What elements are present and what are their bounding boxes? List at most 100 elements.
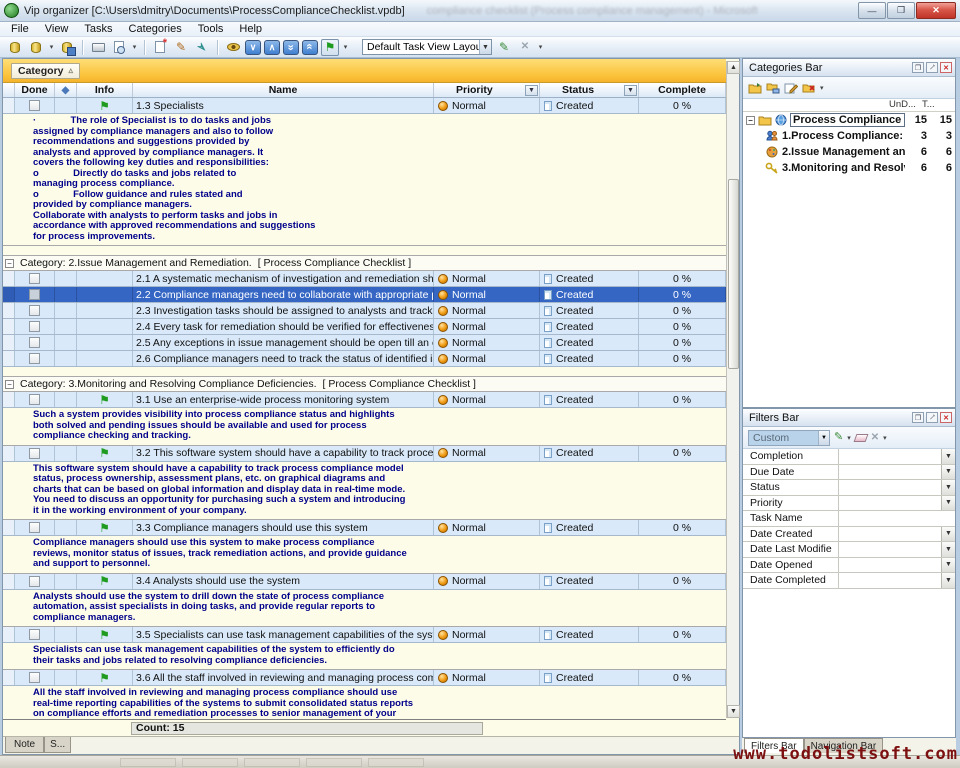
filter-preset-combo[interactable]: Custom ▼ [748, 430, 830, 446]
category-tree-root[interactable]: − Process Compliance Checkli 15 15 [743, 112, 955, 128]
open-database-caret[interactable]: ▾ [48, 43, 55, 51]
delete-filter-icon[interactable]: ✕ [871, 433, 879, 443]
group-header-2[interactable]: − Category: 2.Issue Management and Remed… [3, 256, 726, 271]
toggle-flag-button[interactable]: ⚑ [321, 39, 339, 56]
maximize-button[interactable]: ❐ [887, 2, 915, 19]
done-checkbox[interactable] [29, 448, 40, 459]
filter-dropdown-button[interactable]: ▼ [941, 449, 955, 464]
name-column-header[interactable]: Name [133, 83, 434, 97]
filter-value[interactable] [839, 558, 941, 573]
priority-column-header-icon[interactable]: ◆ [55, 83, 77, 97]
new-task-button[interactable] [151, 39, 169, 56]
panel-close-button[interactable]: ✕ [940, 412, 952, 423]
paste-task-button[interactable]: ➣ [193, 39, 211, 56]
task-row[interactable]: ⚑ 1.3 Specialists Normal Created 0 % [3, 98, 726, 114]
menu-tools[interactable]: Tools [191, 23, 231, 35]
group-header-3[interactable]: − Category: 3.Monitoring and Resolving C… [3, 377, 726, 392]
menu-file[interactable]: File [4, 23, 36, 35]
done-checkbox[interactable] [29, 353, 40, 364]
filter-dropdown-button[interactable]: ▼ [941, 573, 955, 588]
panel-pin-button[interactable]: ⊺ [926, 412, 938, 423]
menu-tasks[interactable]: Tasks [77, 23, 119, 35]
edit-layout-button[interactable]: ✎ [495, 39, 513, 56]
tab-note[interactable]: Note [5, 737, 44, 753]
priority-filter-button[interactable]: ▼ [525, 85, 538, 96]
task-view-layout-combo[interactable]: Default Task View Layout ▼ [362, 39, 492, 55]
category-tree-item[interactable]: 3.Monitoring and Resolving 6 6 [743, 160, 955, 176]
menu-help[interactable]: Help [232, 23, 269, 35]
move-down-button[interactable]: ∨ [245, 40, 261, 55]
tree-collapse-icon[interactable]: − [746, 116, 755, 125]
done-checkbox[interactable] [29, 576, 40, 587]
category-tree-item[interactable]: 2.Issue Management and Re 6 6 [743, 144, 955, 160]
task-row[interactable]: 2.3 Investigation tasks should be assign… [3, 303, 726, 319]
apply-filter-caret[interactable]: ▾ [847, 434, 851, 442]
total-column-header[interactable]: T... [922, 99, 955, 111]
move-top-button[interactable]: » [302, 40, 318, 55]
filter-value[interactable] [839, 511, 955, 526]
task-row[interactable]: ⚑ 3.6 All the staff involved in reviewin… [3, 670, 726, 686]
filter-dropdown-button[interactable]: ▼ [941, 496, 955, 511]
undone-column-header[interactable]: UnD... [889, 99, 922, 111]
complete-column-header[interactable]: Complete [639, 83, 726, 97]
collapse-icon[interactable]: − [5, 259, 14, 268]
filter-preset-dropdown[interactable]: ▼ [818, 431, 829, 445]
filter-dropdown-button[interactable]: ▼ [941, 527, 955, 542]
filter-value[interactable] [839, 480, 941, 495]
move-up-button[interactable]: ∧ [264, 40, 280, 55]
done-checkbox[interactable] [29, 100, 40, 111]
filter-value[interactable] [839, 527, 941, 542]
clear-filter-icon[interactable] [853, 434, 868, 442]
done-checkbox[interactable] [29, 321, 40, 332]
group-by-category-button[interactable]: Category ▵ [11, 63, 80, 79]
task-row[interactable]: ⚑ 3.5 Specialists can use task managemen… [3, 627, 726, 643]
panel-pin-button[interactable]: ⊺ [926, 62, 938, 73]
filter-dropdown-button[interactable]: ▼ [941, 542, 955, 557]
save-database-button[interactable] [58, 39, 76, 56]
done-checkbox[interactable] [29, 394, 40, 405]
task-row[interactable]: 2.4 Every task for remediation should be… [3, 319, 726, 335]
filter-dropdown-button[interactable]: ▼ [941, 480, 955, 495]
done-column-header[interactable]: Done [15, 83, 55, 97]
task-row[interactable]: 2.1 A systematic mechanism of investigat… [3, 271, 726, 287]
vertical-scrollbar[interactable]: ▲ ▼ [726, 61, 739, 718]
new-category-icon[interactable] [748, 82, 762, 94]
task-row[interactable]: 2.5 Any exceptions in issue management s… [3, 335, 726, 351]
close-button[interactable]: ✕ [916, 2, 956, 19]
print-preview-caret[interactable]: ▾ [131, 43, 138, 51]
open-database-button[interactable] [27, 39, 45, 56]
status-column-header[interactable]: Status▼ [540, 83, 639, 97]
hide-completed-button[interactable] [224, 39, 242, 56]
panel-restore-button[interactable]: ❐ [912, 412, 924, 423]
layout-caret[interactable]: ▾ [537, 43, 544, 51]
menu-categories[interactable]: Categories [122, 23, 189, 35]
task-row-selected[interactable]: 2.2 Compliance managers need to collabor… [3, 287, 726, 303]
edit-task-button[interactable]: ✎ [172, 39, 190, 56]
filter-value[interactable] [839, 465, 941, 480]
task-row[interactable]: ⚑ 3.3 Compliance managers should use thi… [3, 520, 726, 536]
apply-filter-icon[interactable]: ✎ [834, 432, 843, 443]
collapse-icon[interactable]: − [5, 380, 14, 389]
new-subcategory-icon[interactable] [766, 82, 780, 94]
task-row[interactable]: ⚑ 3.4 Analysts should use the system Nor… [3, 574, 726, 590]
panel-restore-button[interactable]: ❐ [912, 62, 924, 73]
done-checkbox[interactable] [29, 305, 40, 316]
move-bottom-button[interactable]: » [283, 40, 299, 55]
filter-value[interactable] [839, 496, 941, 511]
scroll-down-arrow[interactable]: ▼ [727, 705, 740, 718]
done-checkbox[interactable] [29, 672, 40, 683]
done-checkbox[interactable] [29, 629, 40, 640]
categories-toolbar-caret[interactable]: ▾ [820, 84, 824, 92]
done-checkbox[interactable] [29, 273, 40, 284]
scroll-up-arrow[interactable]: ▲ [727, 61, 740, 74]
delete-category-icon[interactable] [802, 82, 816, 94]
edit-category-icon[interactable] [784, 82, 798, 94]
tab-s[interactable]: S... [44, 737, 71, 753]
filter-value[interactable] [839, 449, 941, 464]
info-column-header[interactable]: Info [77, 83, 133, 97]
priority-column-header[interactable]: Priority▼ [434, 83, 540, 97]
task-row[interactable]: ⚑ 3.1 Use an enterprise-wide process mon… [3, 392, 726, 408]
done-checkbox[interactable] [29, 522, 40, 533]
minimize-button[interactable]: — [858, 2, 886, 19]
print-preview-button[interactable] [110, 39, 128, 56]
